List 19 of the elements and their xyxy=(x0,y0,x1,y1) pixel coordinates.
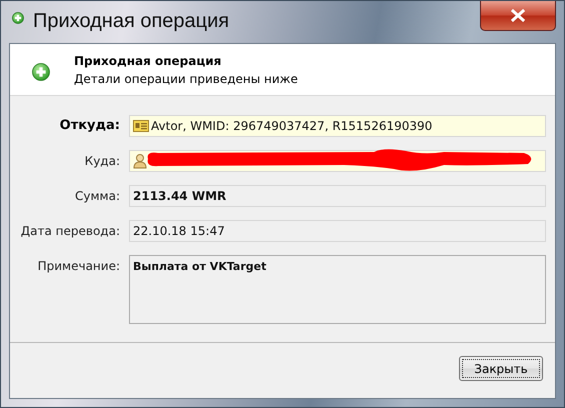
field-label: Откуда: xyxy=(58,117,120,135)
field-value: 22.10.18 15:47 xyxy=(133,224,225,238)
field-value: Выплата от VKTarget xyxy=(133,260,266,273)
field-value: 2113.44 WMR xyxy=(133,189,226,203)
close-icon xyxy=(511,9,525,22)
plus-icon xyxy=(32,62,50,80)
header-title: Приходная операция xyxy=(74,54,222,68)
close-button[interactable]: Закрыть xyxy=(459,356,543,381)
field-label: Куда: xyxy=(84,153,120,170)
field-label: Дата перевода: xyxy=(20,223,120,240)
plus-icon xyxy=(12,12,24,24)
field-value: Avtor, WMID: 296749037427, R151526190390 xyxy=(151,119,432,133)
field-label: Примечание: xyxy=(36,258,120,275)
header-subtitle: Детали операции приведены ниже xyxy=(74,72,298,86)
id-card-icon xyxy=(133,119,149,133)
field-label: Сумма: xyxy=(74,188,120,205)
window-title: Приходная операция xyxy=(33,10,230,32)
person-icon xyxy=(133,153,147,169)
close-button[interactable] xyxy=(480,1,556,31)
